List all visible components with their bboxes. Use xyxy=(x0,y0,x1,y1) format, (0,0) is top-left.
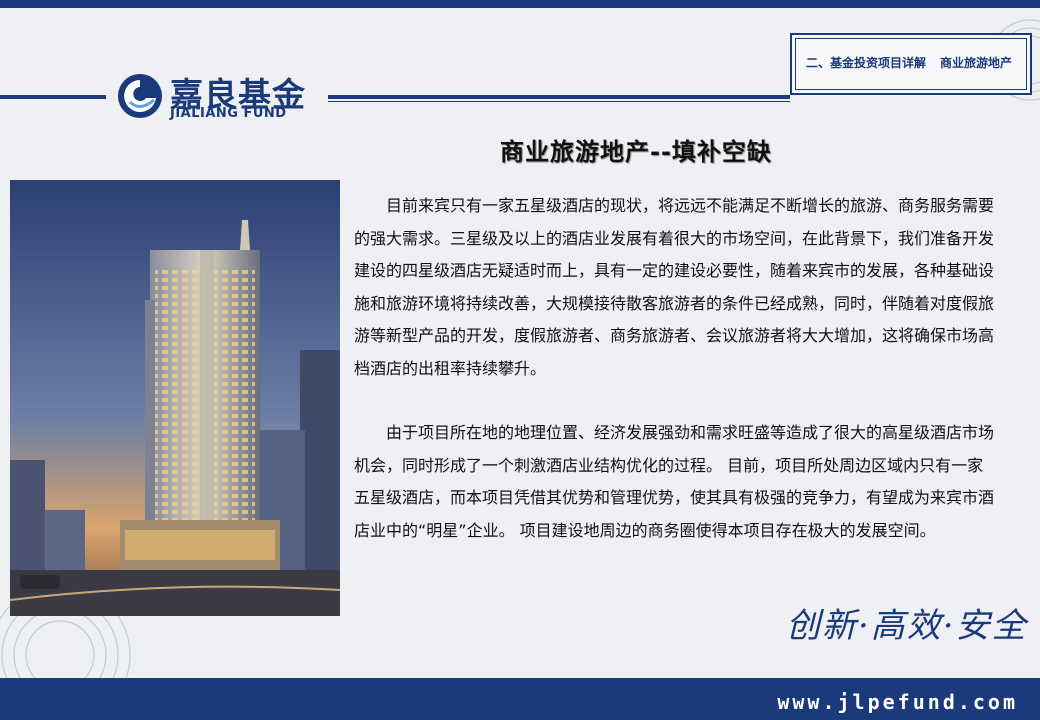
paragraph-1: 目前来宾只有一家五星级酒店的现状，将远远不能满足不断增长的旅游、商务服务需要的强… xyxy=(354,196,995,378)
section-indicator: 二、基金投资项目详解 商业旅游地产 xyxy=(790,33,1032,95)
footer-bar: www.jlpefund.com xyxy=(0,678,1040,720)
logo-mark-icon xyxy=(118,74,162,118)
hotel-tower-illustration xyxy=(10,180,340,616)
header-rule-left xyxy=(0,95,106,99)
hotel-photo xyxy=(10,180,340,616)
section-sub-label: 商业旅游地产 xyxy=(940,56,1013,70)
slogan: 创新·高效·安全 xyxy=(786,606,1028,646)
paragraph-2: 由于项目所在地的地理位置、经济发展强劲和需求旺盛等造成了很大的高星级酒店市场机会… xyxy=(354,423,995,540)
header-rule-right-thin xyxy=(328,101,790,102)
body-text: 目前来宾只有一家五星级酒店的现状，将远远不能满足不断增长的旅游、商务服务需要的强… xyxy=(354,190,998,547)
top-bar xyxy=(0,0,1040,8)
header-rule-right xyxy=(328,95,790,99)
section-indicator-text: 二、基金投资项目详解 商业旅游地产 xyxy=(806,54,1026,71)
logo-english-name: JIALIANG FUND xyxy=(170,106,287,121)
website-link[interactable]: www.jlpefund.com xyxy=(777,690,1018,714)
section-label: 二、基金投资项目详解 xyxy=(806,56,927,70)
page-title: 商业旅游地产--填补空缺 xyxy=(500,138,772,166)
company-logo: 嘉良基金 JIALIANG FUND xyxy=(116,70,326,125)
